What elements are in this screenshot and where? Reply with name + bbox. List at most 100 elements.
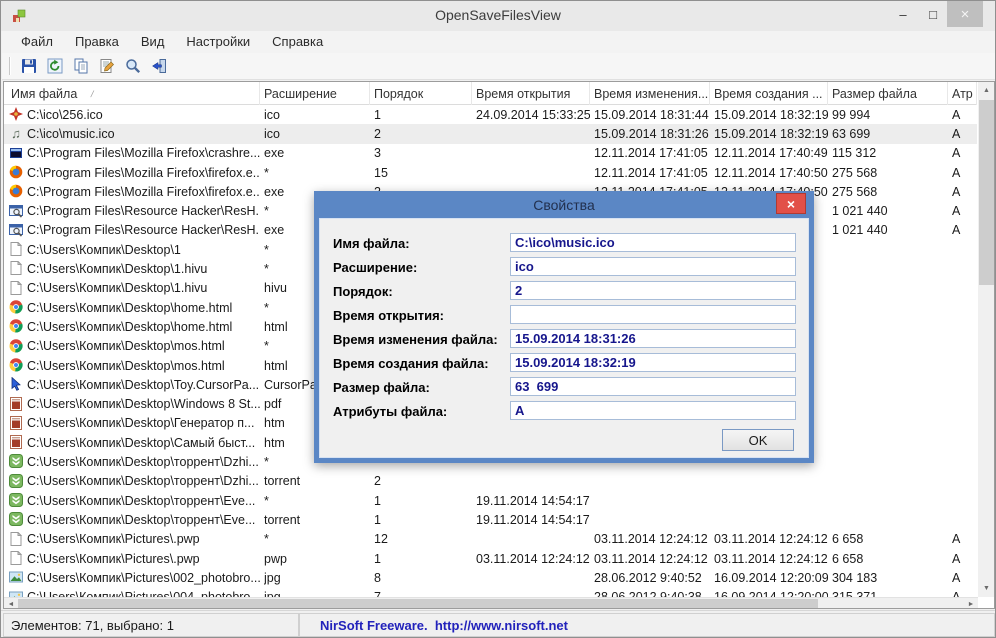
table-row[interactable]: C:\Users\Компик\Pictures\002_photobro...… (4, 568, 977, 587)
modified-cell: 03.11.2014 12:24:12 (594, 530, 710, 549)
table-row[interactable]: C:\Users\Компик\Desktop\торрент\Eve...*1… (4, 491, 977, 510)
column-header-modified[interactable]: Время изменения... (590, 82, 710, 105)
table-row[interactable]: C:\Users\Компик\Pictures\.pwppwp103.11.2… (4, 549, 977, 568)
menu-item-5[interactable]: Справка (261, 32, 334, 52)
attr-cell: A (952, 588, 977, 598)
field-label: Атрибуты файла: (333, 404, 447, 419)
scroll-left-icon[interactable]: ◄ (4, 598, 18, 609)
blank-doc-icon (9, 532, 23, 546)
size-cell (832, 298, 948, 317)
order-cell: 15 (374, 163, 472, 182)
app-window: OpenSaveFilesView – □ × ФайлПравкаВидНас… (0, 0, 996, 638)
name-cell: C:\Users\Компик\Desktop\1 (27, 240, 260, 259)
field-input[interactable] (510, 305, 796, 324)
field-input[interactable]: ico (510, 257, 796, 276)
name-cell: C:\Users\Компик\Pictures\.pwp (27, 530, 260, 549)
dialog-field: Время изменения файла: 15.09.2014 18:31:2… (320, 328, 808, 352)
column-label: Расширение (264, 87, 337, 101)
table-row[interactable]: C:\ico\256.icoico124.09.2014 15:33:2515.… (4, 105, 977, 124)
name-cell: C:\Users\Компик\Desktop\mos.html (27, 356, 260, 375)
table-row[interactable]: C:\Users\Компик\Pictures\.pwp*1203.11.20… (4, 530, 977, 549)
save-icon[interactable] (17, 55, 41, 77)
table-row[interactable]: C:\Users\Компик\Pictures\004_photobro...… (4, 588, 977, 598)
order-cell: 8 (374, 568, 472, 587)
menu-item-2[interactable]: Правка (64, 32, 130, 52)
dialog-body: Имя файла:C:\ico\music.icoРасширение:ico… (319, 218, 809, 458)
find-icon[interactable] (121, 55, 145, 77)
name-cell: C:\Users\Компик\Desktop\торрент\Eve... (27, 491, 260, 510)
menu-item-1[interactable]: Файл (10, 32, 64, 52)
minimize-button[interactable]: – (889, 1, 917, 27)
field-input[interactable]: A (510, 401, 796, 420)
field-input[interactable]: 15.09.2014 18:31:26 (510, 329, 796, 348)
properties-dialog: Свойства × Имя файла:C:\ico\music.icoРас… (314, 191, 814, 463)
name-cell: C:\Program Files\Mozilla Firefox\crashre… (27, 144, 260, 163)
opened-cell (476, 163, 590, 182)
field-input[interactable]: 63 699 (510, 377, 796, 396)
column-label: Имя файла (11, 87, 77, 101)
table-row[interactable]: C:\Users\Компик\Desktop\торрент\Dzhi...t… (4, 472, 977, 491)
table-row[interactable]: ♫C:\ico\music.icoico215.09.2014 18:31:26… (4, 124, 977, 143)
column-header-opened[interactable]: Время открытия (472, 82, 590, 105)
properties-icon[interactable] (95, 55, 119, 77)
vertical-scroll-thumb[interactable] (979, 100, 994, 285)
column-header-ext[interactable]: Расширение (260, 82, 370, 105)
refresh-icon[interactable] (43, 55, 67, 77)
order-cell: 7 (374, 588, 472, 598)
column-header-attr[interactable]: Атр (948, 82, 977, 105)
menu-item-3[interactable]: Вид (130, 32, 176, 52)
chrome-icon (9, 339, 23, 353)
column-header-size[interactable]: Размер файла (828, 82, 948, 105)
field-label: Время создания файла: (333, 356, 489, 371)
table-row[interactable]: C:\Users\Компик\Desktop\торрент\Eve...to… (4, 510, 977, 529)
attr-cell (952, 337, 977, 356)
column-header-name[interactable]: Имя файла/ (4, 82, 260, 105)
ext-cell: exe (264, 144, 370, 163)
dialog-titlebar: Свойства (314, 191, 814, 218)
scroll-down-icon[interactable]: ▼ (978, 580, 995, 597)
field-input[interactable]: C:\ico\music.ico (510, 233, 796, 252)
created-cell: 15.09.2014 18:32:19 (714, 124, 828, 143)
size-cell: 1 021 440 (832, 221, 948, 240)
modified-cell (594, 472, 710, 491)
copy-icon[interactable] (69, 55, 93, 77)
vertical-scrollbar[interactable]: ▲ ▼ (978, 82, 995, 597)
attr-cell (952, 298, 977, 317)
attr-cell: A (952, 221, 977, 240)
ok-button[interactable]: OK (722, 429, 794, 451)
attr-cell (952, 240, 977, 259)
name-cell: C:\Users\Компик\Desktop\home.html (27, 298, 260, 317)
name-cell: C:\Users\Компик\Desktop\Windows 8 St... (27, 395, 260, 414)
field-label: Время изменения файла: (333, 332, 498, 347)
order-cell: 1 (374, 510, 472, 529)
modified-cell: 15.09.2014 18:31:26 (594, 124, 710, 143)
field-input[interactable]: 15.09.2014 18:32:19 (510, 353, 796, 372)
modified-cell: 12.11.2014 17:41:05 (594, 144, 710, 163)
modified-cell: 28.06.2012 9:40:38 (594, 588, 710, 598)
scroll-right-icon[interactable]: ► (964, 598, 978, 609)
table-row[interactable]: C:\Program Files\Mozilla Firefox\firefox… (4, 163, 977, 182)
size-cell (832, 452, 948, 471)
name-cell: C:\Program Files\Mozilla Firefox\firefox… (27, 163, 260, 182)
name-cell: C:\Users\Компик\Desktop\Самый быст... (27, 433, 260, 452)
size-cell: 275 568 (832, 182, 948, 201)
dialog-close-button[interactable]: × (776, 193, 806, 214)
name-cell: C:\Users\Компик\Pictures\004_photobro... (27, 588, 260, 598)
column-header-created[interactable]: Время создания ... (710, 82, 828, 105)
opened-cell (476, 472, 590, 491)
opened-cell: 03.11.2014 12:24:12 (476, 549, 590, 568)
nirsoft-link[interactable]: NirSoft Freeware. http://www.nirsoft.net (320, 618, 568, 633)
field-input[interactable]: 2 (510, 281, 796, 300)
opened-cell: 19.11.2014 14:54:17 (476, 510, 590, 529)
column-header-order[interactable]: Порядок (370, 82, 472, 105)
close-button[interactable]: × (947, 1, 983, 27)
horizontal-scroll-thumb[interactable] (18, 599, 818, 609)
scroll-up-icon[interactable]: ▲ (978, 82, 995, 99)
created-cell: 03.11.2014 12:24:12 (714, 549, 828, 568)
table-row[interactable]: C:\Program Files\Mozilla Firefox\crashre… (4, 144, 977, 163)
maximize-button[interactable]: □ (919, 1, 947, 27)
exit-icon[interactable] (147, 55, 171, 77)
horizontal-scrollbar[interactable]: ◄ ► (4, 597, 978, 609)
menu-item-4[interactable]: Настройки (175, 32, 261, 52)
size-cell (832, 395, 948, 414)
